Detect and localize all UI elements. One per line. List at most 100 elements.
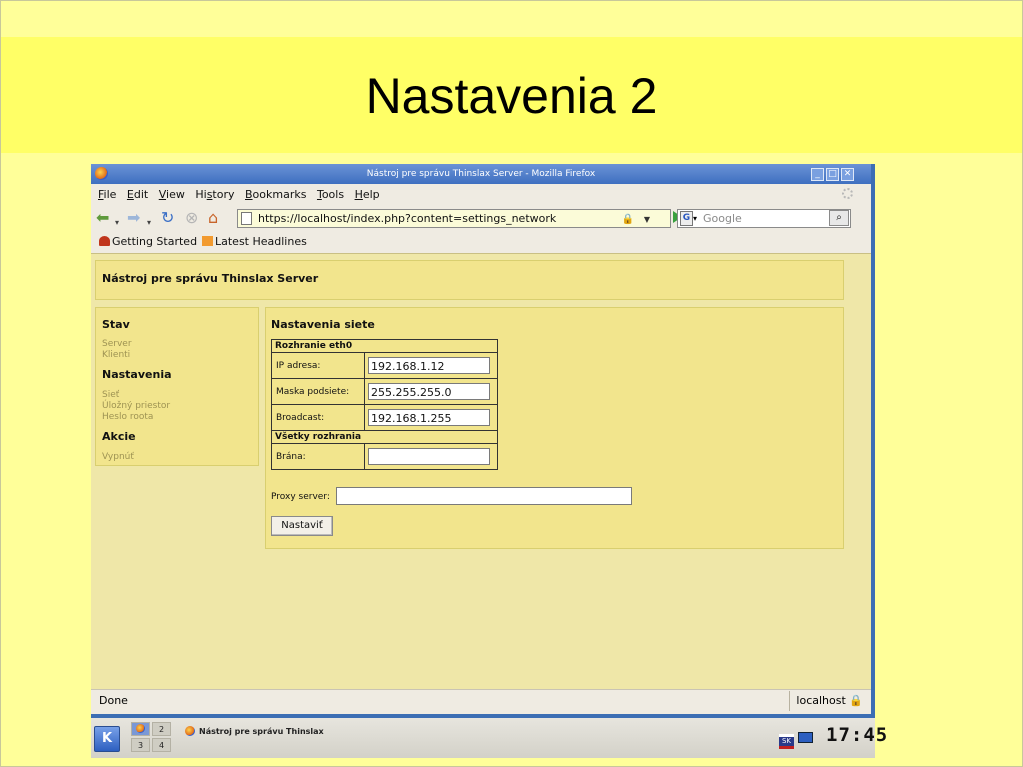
broadcast-input[interactable]: 192.168.1.255 — [368, 409, 490, 426]
menu-edit[interactable]: Edit — [127, 184, 148, 205]
desktop-pager: 1 2 3 4 — [131, 722, 175, 754]
sidebar-item-heslo-roota[interactable]: Heslo roota — [102, 412, 153, 422]
netmask-label: Maska podsiete: — [271, 378, 365, 405]
throbber-icon — [842, 188, 853, 199]
sidebar-item-siet[interactable]: Sieť — [102, 390, 119, 400]
sidebar-heading-akcie: Akcie — [102, 430, 136, 443]
back-history-dropdown-icon[interactable]: ▾ — [115, 214, 119, 232]
iface-eth0-heading: Rozhranie eth0 — [271, 339, 498, 353]
rss-icon — [202, 236, 213, 246]
lock-icon: 🔒 — [849, 694, 863, 707]
menu-history-label-b: tory — [212, 188, 235, 201]
gateway-label: Brána: — [271, 443, 365, 470]
menu-view[interactable]: View — [159, 184, 185, 205]
menu-file-label-b: ile — [103, 188, 117, 201]
sidebar-item-klienti[interactable]: Klienti — [102, 350, 130, 360]
forward-button[interactable]: ➡ — [127, 209, 140, 227]
gateway-input[interactable] — [368, 448, 490, 465]
menu-view-accel: V — [158, 188, 167, 201]
reload-icon[interactable]: ↻ — [161, 209, 174, 227]
menu-bookmarks[interactable]: Bookmarks — [245, 184, 306, 205]
page-icon — [241, 212, 252, 225]
page-header-title: Nástroj pre správu Thinslax Server — [102, 272, 319, 285]
bookmark-getting-started-label: Getting Started — [112, 235, 198, 248]
sidebar-item-server[interactable]: Server — [102, 339, 132, 349]
menu-view-label-b: iew — [166, 188, 185, 201]
keyboard-layout-indicator[interactable]: SK — [779, 734, 794, 749]
k-menu-button[interactable]: K — [94, 726, 120, 752]
kde-taskbar: K 1 2 3 4 Nástroj pre správu Thinslax SK… — [91, 718, 887, 758]
sidebar-heading-stav: Stav — [102, 318, 130, 331]
search-box[interactable]: G ▾ Google — [677, 209, 851, 228]
slide-title: Nastavenia 2 — [365, 68, 658, 124]
sidebar-heading-nastavenia: Nastavenia — [102, 368, 172, 381]
close-button[interactable]: ✕ — [841, 168, 854, 181]
menu-bookmarks-label-b: ookmarks — [252, 188, 307, 201]
lock-icon[interactable]: 🔒 — [622, 211, 634, 228]
firefox-mini-icon — [136, 724, 145, 733]
bookmarks-toolbar: Getting Started Latest Headlines — [91, 231, 871, 253]
search-placeholder: Google — [703, 212, 742, 225]
menu-help-label-b: elp — [362, 188, 380, 201]
menu-tools[interactable]: Tools — [317, 184, 344, 205]
home-icon[interactable]: ⌂ — [208, 209, 218, 227]
url-bar[interactable]: https://localhost/index.php?content=sett… — [237, 209, 671, 228]
menu-bookmarks-accel: B — [245, 188, 253, 201]
maximize-button[interactable]: □ — [826, 168, 839, 181]
desktop-screenshot: Nástroj pre správu Thinslax Server - Moz… — [91, 164, 887, 758]
url-text: https://localhost/index.php?content=sett… — [258, 212, 557, 225]
window-title: Nástroj pre správu Thinslax Server - Moz… — [366, 169, 596, 179]
proxy-label: Proxy server: — [271, 492, 330, 502]
all-interfaces-heading: Všetky rozhrania — [271, 430, 498, 444]
menu-edit-accel: E — [126, 188, 134, 201]
pager-desktop-3[interactable]: 3 — [131, 738, 150, 752]
sidebar-item-ulozny-priestor[interactable]: Úložný priestor — [102, 401, 170, 411]
section-heading: Nastavenia siete — [271, 318, 375, 331]
pager-desktop-2[interactable]: 2 — [152, 722, 171, 736]
title-band: Nastavenia 2 — [1, 37, 1022, 153]
stop-icon[interactable]: ⊗ — [185, 209, 198, 227]
bookmark-getting-started[interactable]: Getting Started — [99, 231, 197, 253]
menu-history[interactable]: History — [195, 184, 234, 205]
status-bar: Done localhost 🔒 — [91, 689, 871, 713]
page-header: Nástroj pre správu Thinslax Server — [95, 260, 844, 300]
search-magnifier-button[interactable]: ⌕ — [829, 210, 849, 226]
menu-help[interactable]: Help — [355, 184, 380, 205]
taskbar-firefox-task[interactable]: Nástroj pre správu Thinslax — [185, 724, 335, 739]
status-host-label: localhost — [796, 694, 846, 707]
page-content: Nástroj pre správu Thinslax Server Stav … — [91, 253, 871, 724]
minimize-button[interactable]: _ — [811, 168, 824, 181]
back-button[interactable]: ⬅ — [96, 209, 109, 227]
ip-label: IP adresa: — [271, 352, 365, 379]
proxy-server-input[interactable] — [336, 487, 632, 505]
menu-file[interactable]: File — [98, 184, 116, 205]
sidebar-item-vypnut[interactable]: Vypnúť — [102, 452, 134, 462]
sidebar: Stav Server Klienti Nastavenia Sieť Úlož… — [95, 307, 259, 466]
pager-desktop-1[interactable]: 1 — [131, 722, 150, 736]
menu-tools-label-b: ools — [321, 188, 345, 201]
engine-dropdown-icon[interactable]: ▾ — [693, 210, 697, 227]
firefox-icon — [185, 726, 195, 736]
keyboard-icon[interactable] — [798, 732, 813, 743]
getting-started-icon — [99, 236, 110, 246]
menu-bar: File Edit View History Bookmarks Tools H… — [91, 184, 871, 205]
forward-history-dropdown-icon[interactable]: ▾ — [147, 214, 151, 232]
pager-desktop-4[interactable]: 4 — [152, 738, 171, 752]
taskbar-task-label: Nástroj pre správu Thinslax — [199, 727, 324, 736]
window-titlebar[interactable]: Nástroj pre správu Thinslax Server - Moz… — [91, 164, 871, 184]
interface-table: Rozhranie eth0 IP adresa: 192.168.1.12 M… — [271, 339, 498, 470]
bookmark-latest-headlines[interactable]: Latest Headlines — [202, 231, 307, 253]
bookmark-latest-headlines-label: Latest Headlines — [215, 235, 307, 248]
system-tray: SK — [779, 732, 813, 749]
url-dropdown-icon[interactable]: ▼ — [644, 211, 650, 228]
broadcast-label: Broadcast: — [271, 404, 365, 431]
menu-edit-label-b: dit — [133, 188, 149, 201]
firefox-window: Nástroj pre správu Thinslax Server - Moz… — [91, 164, 875, 724]
ip-address-input[interactable]: 192.168.1.12 — [368, 357, 490, 374]
submit-button[interactable]: Nastaviť — [271, 516, 333, 536]
clock[interactable]: 17:45 — [826, 724, 888, 746]
status-text: Done — [99, 694, 128, 707]
netmask-input[interactable]: 255.255.255.0 — [368, 383, 490, 400]
status-host[interactable]: localhost 🔒 — [789, 691, 869, 711]
google-engine-icon[interactable]: G — [680, 211, 693, 226]
